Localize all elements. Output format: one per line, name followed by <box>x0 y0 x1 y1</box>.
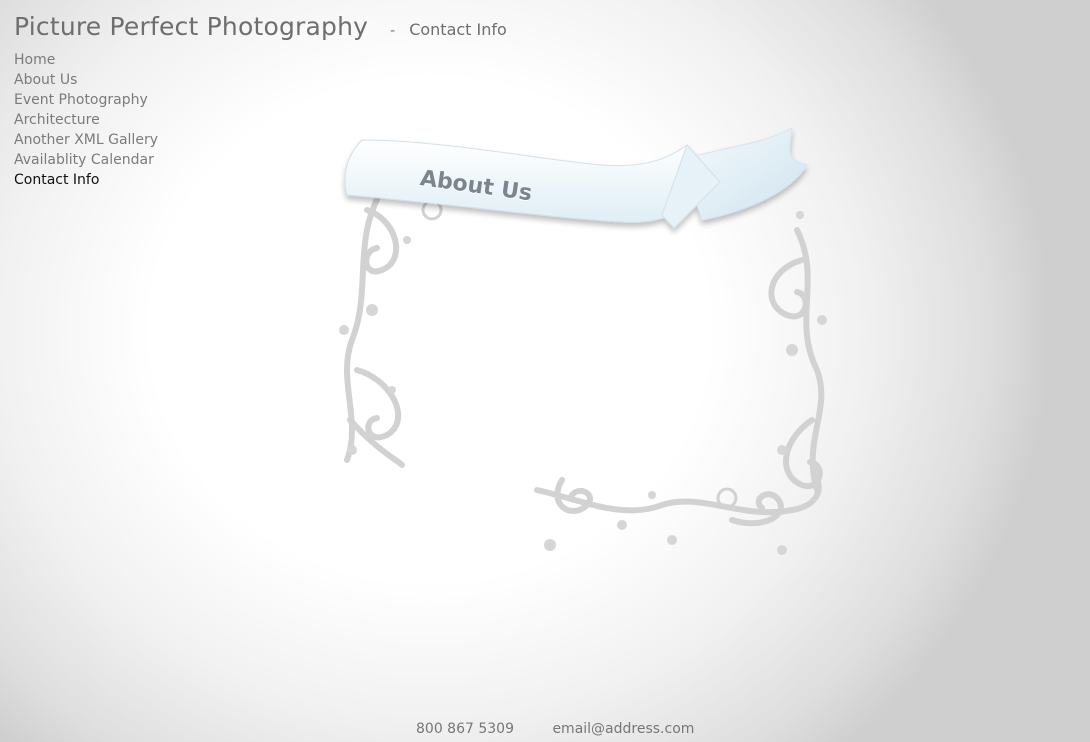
ribbon-banner <box>344 127 808 229</box>
nav-item-event-photography[interactable]: Event Photography <box>14 90 158 110</box>
nav-item-about-us[interactable]: About Us <box>14 70 158 90</box>
footer-email-link[interactable]: email@address.com <box>552 721 694 737</box>
nav-item-availability-calendar[interactable]: Availablity Calendar <box>14 150 158 170</box>
nav-item-another-xml-gallery[interactable]: Another XML Gallery <box>14 130 158 150</box>
nav-item-contact-info[interactable]: Contact Info <box>14 170 158 190</box>
ornamental-frame <box>339 127 827 555</box>
nav-item-architecture[interactable]: Architecture <box>14 110 158 130</box>
footer-phone: 800 867 5309 <box>416 721 514 737</box>
site-title[interactable]: Picture Perfect Photography <box>14 12 368 41</box>
nav-item-home[interactable]: Home <box>14 50 158 70</box>
title-separator: - <box>390 23 396 39</box>
site-header: Picture Perfect Photography - Contact In… <box>14 12 507 41</box>
footer: 800 867 5309 email@address.com <box>416 721 694 737</box>
page-title: Contact Info <box>409 20 507 39</box>
content-frame: About Us <box>322 120 842 570</box>
main-nav: Home About Us Event Photography Architec… <box>14 50 158 190</box>
